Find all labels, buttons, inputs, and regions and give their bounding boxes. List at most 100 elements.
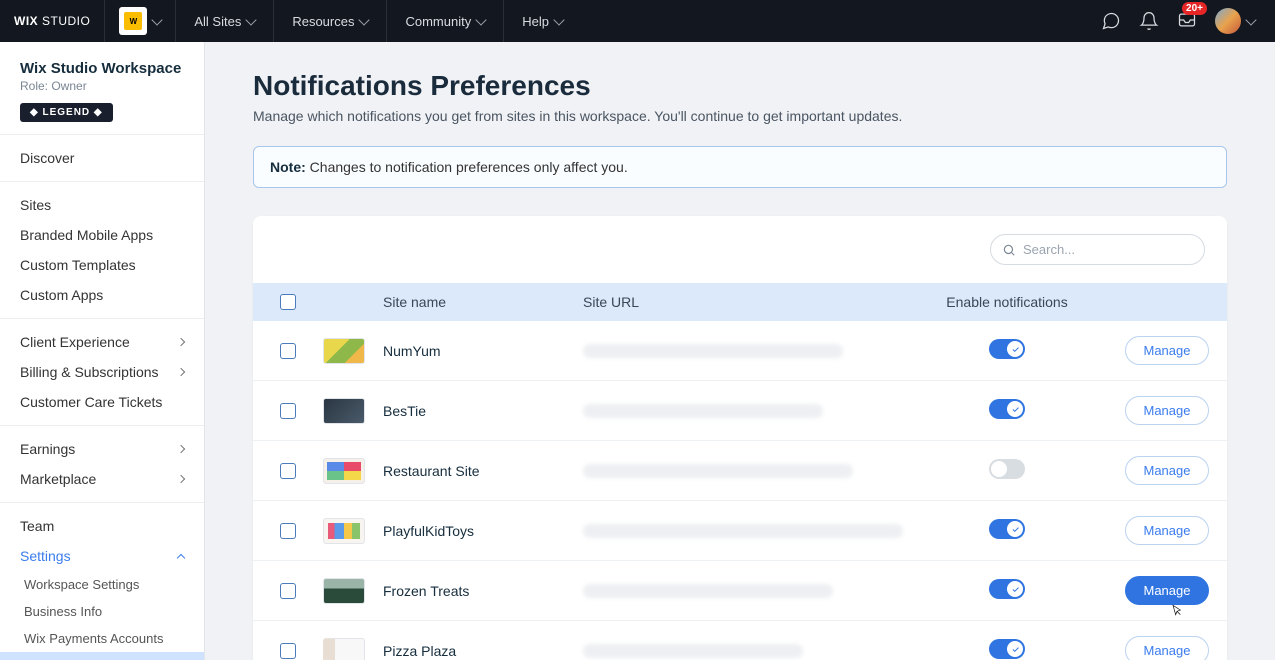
site-url-redacted: [583, 404, 823, 418]
chevron-right-icon: [177, 475, 185, 483]
top-nav: All Sites Resources Community Help: [176, 0, 581, 42]
sidebar-item-billing[interactable]: Billing & Subscriptions: [0, 357, 204, 387]
chevron-down-icon: [553, 14, 564, 25]
column-site-name: Site name: [383, 294, 583, 310]
site-name: BesTie: [383, 403, 583, 419]
site-thumbnail: [323, 638, 365, 660]
nav-all-sites[interactable]: All Sites: [176, 0, 274, 42]
sites-panel: Site name Site URL Enable notifications …: [253, 216, 1227, 660]
chevron-down-icon: [152, 14, 163, 25]
row-checkbox[interactable]: [280, 403, 296, 419]
site-thumbnail: [323, 338, 365, 364]
column-enable: Enable notifications: [907, 294, 1107, 310]
nav-community[interactable]: Community: [387, 0, 504, 42]
chat-icon[interactable]: [1101, 11, 1121, 31]
avatar: [1215, 8, 1241, 34]
manage-button[interactable]: Manage: [1125, 396, 1210, 425]
row-checkbox[interactable]: [280, 583, 296, 599]
sidebar-item-branded[interactable]: Branded Mobile Apps: [0, 220, 204, 250]
site-url-redacted: [583, 644, 803, 658]
table-row: BesTie Manage: [253, 381, 1227, 441]
table-header: Site name Site URL Enable notifications: [253, 283, 1227, 321]
top-bar: WIX STUDIO W All Sites Resources Communi…: [0, 0, 1275, 42]
table-row: PlayfulKidToys Manage: [253, 501, 1227, 561]
table-row: Frozen Treats Manage: [253, 561, 1227, 621]
row-checkbox[interactable]: [280, 523, 296, 539]
top-right: 20+: [1101, 8, 1275, 34]
row-checkbox[interactable]: [280, 463, 296, 479]
workspace-title: Wix Studio Workspace: [20, 60, 184, 77]
manage-button[interactable]: Manage: [1125, 576, 1210, 605]
chevron-down-icon: [476, 14, 487, 25]
workspace-icon: W: [119, 7, 147, 35]
chevron-right-icon: [177, 368, 185, 376]
sidebar-item-client-experience[interactable]: Client Experience: [0, 327, 204, 357]
nav-help[interactable]: Help: [504, 0, 581, 42]
page-description: Manage which notifications you get from …: [253, 108, 1227, 124]
manage-button[interactable]: Manage: [1125, 456, 1210, 485]
enable-toggle[interactable]: [989, 459, 1025, 479]
search-icon: [1002, 243, 1016, 257]
sidebar-sub-workspace-settings[interactable]: Workspace Settings: [0, 571, 204, 598]
site-name: PlayfulKidToys: [383, 523, 583, 539]
sidebar-item-settings[interactable]: Settings: [0, 541, 204, 571]
site-url-redacted: [583, 344, 843, 358]
sidebar-item-marketplace[interactable]: Marketplace: [0, 464, 204, 494]
manage-button[interactable]: Manage: [1125, 636, 1210, 660]
enable-toggle[interactable]: [989, 639, 1025, 659]
chevron-up-icon: [177, 553, 185, 561]
legend-badge: ◆ LEGEND ◆: [20, 103, 113, 122]
chevron-right-icon: [177, 338, 185, 346]
inbox-badge: 20+: [1182, 2, 1207, 15]
chevron-right-icon: [177, 445, 185, 453]
enable-toggle[interactable]: [989, 579, 1025, 599]
site-thumbnail: [323, 398, 365, 424]
sidebar-sub-wix-payments[interactable]: Wix Payments Accounts: [0, 625, 204, 652]
bell-icon[interactable]: [1139, 11, 1159, 31]
site-thumbnail: [323, 518, 365, 544]
sidebar-item-templates[interactable]: Custom Templates: [0, 250, 204, 280]
table-row: NumYum Manage: [253, 321, 1227, 381]
sidebar-sub-notifications[interactable]: Notifications Preferences: [0, 652, 204, 660]
chevron-down-icon: [1245, 14, 1256, 25]
site-name: Pizza Plaza: [383, 643, 583, 659]
enable-toggle[interactable]: [989, 519, 1025, 539]
note-banner: Note: Changes to notification preference…: [253, 146, 1227, 188]
select-all-checkbox[interactable]: [280, 294, 296, 310]
note-label: Note:: [270, 159, 306, 175]
user-menu[interactable]: [1215, 8, 1255, 34]
sidebar-item-apps[interactable]: Custom Apps: [0, 280, 204, 310]
row-checkbox[interactable]: [280, 643, 296, 659]
site-thumbnail: [323, 578, 365, 604]
enable-toggle[interactable]: [989, 399, 1025, 419]
site-thumbnail: [323, 458, 365, 484]
sidebar: Wix Studio Workspace Role: Owner ◆ LEGEN…: [0, 42, 205, 660]
chevron-down-icon: [246, 14, 257, 25]
sidebar-item-sites[interactable]: Sites: [0, 190, 204, 220]
inbox-button[interactable]: 20+: [1177, 10, 1197, 33]
row-checkbox[interactable]: [280, 343, 296, 359]
manage-button[interactable]: Manage: [1125, 516, 1210, 545]
sidebar-item-discover[interactable]: Discover: [0, 143, 204, 173]
manage-button[interactable]: Manage: [1125, 336, 1210, 365]
workspace-block: Wix Studio Workspace Role: Owner ◆ LEGEN…: [0, 42, 204, 134]
sidebar-item-team[interactable]: Team: [0, 511, 204, 541]
nav-resources[interactable]: Resources: [274, 0, 387, 42]
search-input[interactable]: [990, 234, 1205, 265]
sidebar-sub-business-info[interactable]: Business Info: [0, 598, 204, 625]
sidebar-item-tickets[interactable]: Customer Care Tickets: [0, 387, 204, 417]
workspace-switcher[interactable]: W: [104, 0, 176, 42]
site-url-redacted: [583, 584, 833, 598]
logo[interactable]: WIX STUDIO: [0, 14, 104, 28]
table-row: Restaurant Site Manage: [253, 441, 1227, 501]
workspace-role: Role: Owner: [20, 79, 184, 93]
cursor-icon: [1169, 604, 1185, 620]
site-url-redacted: [583, 464, 853, 478]
site-url-redacted: [583, 524, 903, 538]
enable-toggle[interactable]: [989, 339, 1025, 359]
note-text: Changes to notification preferences only…: [306, 159, 628, 175]
column-site-url: Site URL: [583, 294, 907, 310]
sidebar-item-earnings[interactable]: Earnings: [0, 434, 204, 464]
chevron-down-icon: [359, 14, 370, 25]
table-row: Pizza Plaza Manage: [253, 621, 1227, 660]
